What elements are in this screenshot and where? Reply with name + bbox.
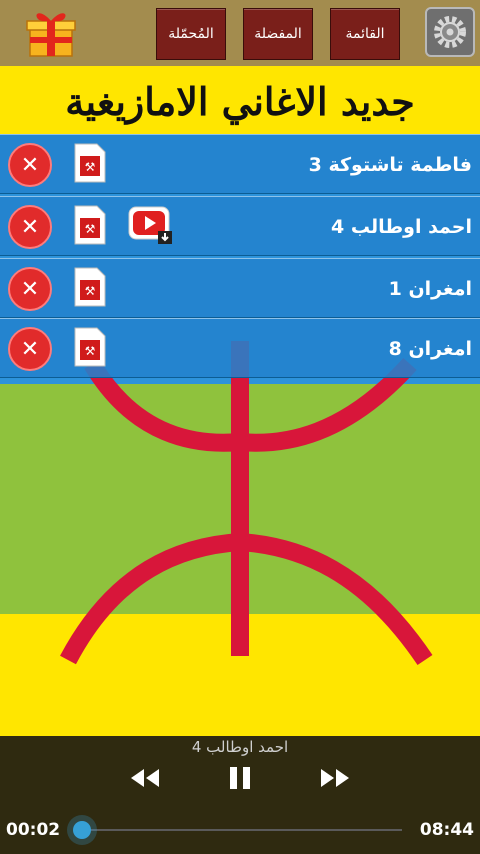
- rewind-icon: [131, 769, 159, 787]
- file-icon[interactable]: ⚒: [74, 267, 106, 307]
- svg-text:⚒: ⚒: [85, 222, 96, 236]
- settings-icon[interactable]: [425, 7, 475, 57]
- gift-icon[interactable]: [24, 8, 78, 58]
- song-title: فاطمة تاشتوكة 3: [308, 154, 472, 176]
- close-icon[interactable]: ✕: [8, 205, 52, 249]
- tab-list[interactable]: القائمة: [330, 8, 400, 60]
- list-item[interactable]: ✕ ⚒ احمد اوطالب 4: [0, 196, 480, 256]
- file-icon[interactable]: ⚒: [74, 205, 106, 245]
- file-icon[interactable]: ⚒: [74, 143, 106, 183]
- pause-icon: [230, 767, 250, 789]
- close-icon[interactable]: ✕: [8, 143, 52, 187]
- elapsed-time: 00:02: [6, 820, 61, 840]
- list-item[interactable]: ✕ ⚒ امغران 8: [0, 318, 480, 378]
- close-icon[interactable]: ✕: [8, 327, 52, 371]
- song-title: امغران 1: [388, 278, 472, 300]
- file-icon[interactable]: ⚒: [74, 327, 106, 367]
- list-item[interactable]: ✕ ⚒ فاطمة تاشتوكة 3: [0, 134, 480, 194]
- song-title: احمد اوطالب 4: [331, 216, 472, 238]
- song-title: امغران 8: [388, 338, 472, 360]
- fast-forward-button[interactable]: [318, 765, 352, 791]
- list-item[interactable]: ✕ ⚒ امغران 1: [0, 258, 480, 318]
- seek-bar[interactable]: [80, 829, 402, 831]
- youtube-download-icon[interactable]: [128, 205, 174, 245]
- svg-text:⚒: ⚒: [85, 160, 96, 174]
- svg-text:⚒: ⚒: [85, 284, 96, 298]
- close-icon[interactable]: ✕: [8, 267, 52, 311]
- rewind-button[interactable]: [128, 765, 162, 791]
- pause-button[interactable]: [224, 765, 256, 791]
- svg-text:⚒: ⚒: [85, 344, 96, 358]
- banner-title: جديد الاغاني الامازيغية: [65, 79, 415, 124]
- now-playing-title: احمد اوطالب 4: [191, 738, 289, 756]
- tab-favorites[interactable]: المفضلة: [243, 8, 313, 60]
- duration-time: 08:44: [419, 820, 474, 840]
- tab-downloaded[interactable]: المُحمّلة: [156, 8, 226, 60]
- fast-forward-icon: [321, 769, 349, 787]
